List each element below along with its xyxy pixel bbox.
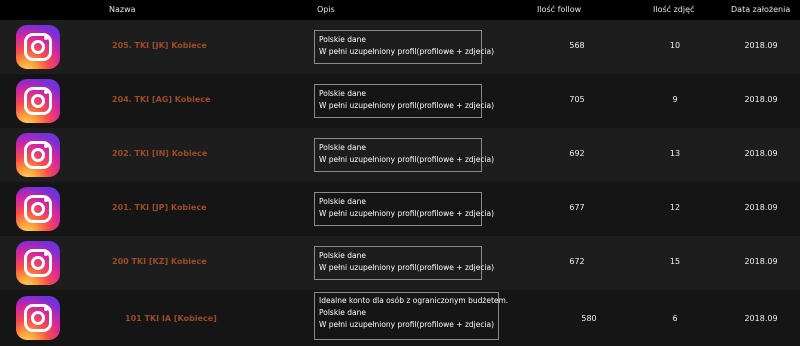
- photo-count: 12: [669, 203, 681, 212]
- follow-count: 672: [569, 257, 585, 266]
- description-box: Idealne konto dla osób z ograniczonym bu…: [314, 292, 509, 340]
- follow-count: 692: [569, 149, 585, 158]
- description-line: Polskie dane: [319, 251, 366, 260]
- creation-date: 2018.09: [744, 257, 778, 266]
- description-line: Idealne konto dla osób z ograniczonym bu…: [319, 296, 509, 305]
- description-box: Polskie dane W pełni uzupełniony profil(…: [314, 138, 495, 172]
- instagram-icon[interactable]: [16, 25, 60, 69]
- description-line: W pełni uzupełniony profil(profilowe + z…: [319, 209, 495, 218]
- photo-count: 6: [672, 314, 678, 323]
- account-name-link[interactable]: 200 TKI [KZ] Kobiece: [112, 257, 207, 266]
- table-row: 101 TKI IA [Kobiece] Idealne konto dla o…: [0, 290, 800, 346]
- instagram-icon[interactable]: [16, 241, 60, 285]
- description-line: W pełni uzupełniony profil(profilowe + z…: [319, 101, 495, 110]
- follow-count: 580: [581, 314, 597, 323]
- instagram-icon[interactable]: [16, 296, 60, 340]
- account-name-link[interactable]: 101 TKI IA [Kobiece]: [125, 314, 217, 323]
- instagram-icon[interactable]: [16, 79, 60, 123]
- description-line: Polskie dane: [319, 89, 366, 98]
- description-line: Polskie dane: [319, 308, 366, 317]
- instagram-icon[interactable]: [16, 187, 60, 231]
- creation-date: 2018.09: [744, 41, 778, 50]
- creation-date: 2018.09: [744, 95, 778, 104]
- description-line: W pełni uzupełniony profil(profilowe + z…: [319, 263, 495, 272]
- account-name-link[interactable]: 204. TKI [AG] Kobiece: [112, 95, 210, 104]
- table-row: 202. TKI [IN] Kobiece Polskie dane W peł…: [0, 128, 800, 182]
- photo-count: 13: [669, 149, 681, 158]
- header-date: Data założenia: [731, 5, 791, 14]
- description-line: W pełni uzupełniony profil(profilowe + z…: [319, 320, 495, 329]
- table-row: 205. TKI [JK] Kobiece Polskie dane W peł…: [0, 20, 800, 74]
- description-box: Polskie dane W pełni uzupełniony profil(…: [314, 30, 495, 64]
- table-row: 200 TKI [KZ] Kobiece Polskie dane W pełn…: [0, 236, 800, 290]
- description-box: Polskie dane W pełni uzupełniony profil(…: [314, 84, 495, 118]
- account-name-link[interactable]: 202. TKI [IN] Kobiece: [112, 149, 207, 158]
- account-name-link[interactable]: 205. TKI [JK] Kobiece: [112, 41, 207, 50]
- description-line: W pełni uzupełniony profil(profilowe + z…: [319, 47, 495, 56]
- creation-date: 2018.09: [744, 149, 778, 158]
- description-box: Polskie dane W pełni uzupełniony profil(…: [314, 192, 495, 226]
- table-header: Nazwa Opis Ilość follow Ilość zdjęć Data…: [0, 0, 800, 20]
- creation-date: 2018.09: [744, 203, 778, 212]
- photo-count: 10: [669, 41, 681, 50]
- description-line: Polskie dane: [319, 35, 366, 44]
- accounts-table: Nazwa Opis Ilość follow Ilość zdjęć Data…: [0, 0, 800, 346]
- header-desc: Opis: [317, 5, 335, 14]
- photo-count: 15: [669, 257, 681, 266]
- description-box: Polskie dane W pełni uzupełniony profil(…: [314, 246, 495, 280]
- header-follow: Ilość follow: [537, 5, 582, 14]
- photo-count: 9: [672, 95, 678, 104]
- account-name-link[interactable]: 201. TKI [JP] Kobiece: [112, 203, 207, 212]
- header-name: Nazwa: [109, 5, 136, 14]
- instagram-icon[interactable]: [16, 133, 60, 177]
- table-row: 201. TKI [JP] Kobiece Polskie dane W peł…: [0, 182, 800, 236]
- description-line: W pełni uzupełniony profil(profilowe + z…: [319, 155, 495, 164]
- table-row: 204. TKI [AG] Kobiece Polskie dane W peł…: [0, 74, 800, 128]
- header-photos: Ilość zdjęć: [653, 5, 695, 14]
- follow-count: 677: [569, 203, 585, 212]
- follow-count: 705: [569, 95, 585, 104]
- description-line: Polskie dane: [319, 197, 366, 206]
- follow-count: 568: [569, 41, 585, 50]
- description-line: Polskie dane: [319, 143, 366, 152]
- creation-date: 2018.09: [744, 314, 778, 323]
